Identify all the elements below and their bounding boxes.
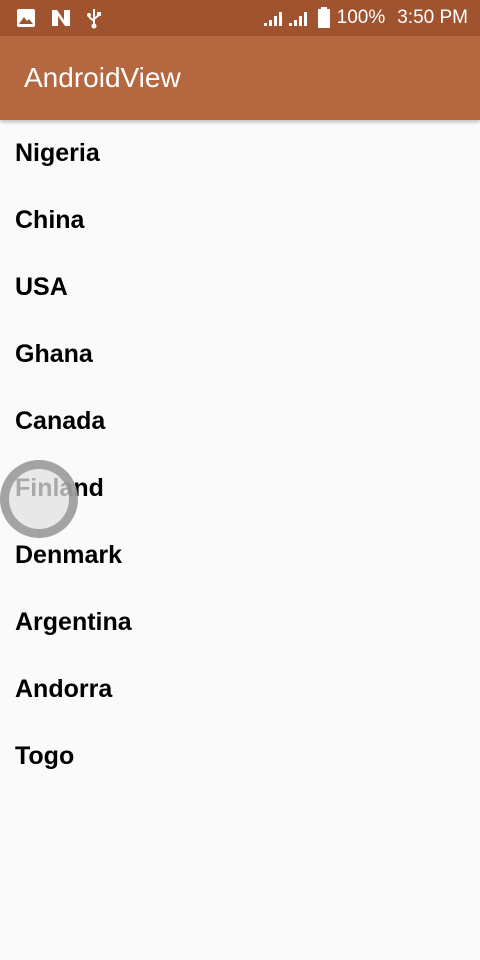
list-item-denmark[interactable]: Denmark	[0, 522, 480, 589]
list-item-nigeria[interactable]: Nigeria	[0, 120, 480, 187]
list-item-argentina[interactable]: Argentina	[0, 589, 480, 656]
list-item-china[interactable]: China	[0, 187, 480, 254]
app-bar: AndroidView	[0, 36, 480, 120]
status-bar-notifications	[16, 7, 102, 29]
list-item-usa[interactable]: USA	[0, 254, 480, 321]
battery-icon	[317, 7, 331, 29]
n-notification-icon	[50, 8, 72, 28]
list-item-canada[interactable]: Canada	[0, 388, 480, 455]
usb-icon	[86, 7, 102, 29]
signal-icon	[263, 9, 311, 27]
list-item-andorra[interactable]: Andorra	[0, 656, 480, 723]
status-bar-system: 100% 3:50 PM	[263, 7, 468, 29]
status-time: 3:50 PM	[397, 7, 468, 28]
country-list[interactable]: Nigeria China USA Ghana Canada Finland D…	[0, 120, 480, 960]
status-bar: 100% 3:50 PM	[0, 0, 480, 36]
list-item-ghana[interactable]: Ghana	[0, 321, 480, 388]
image-icon	[16, 8, 36, 28]
app-title: AndroidView	[24, 62, 181, 93]
battery-percentage: 100%	[336, 7, 386, 28]
list-item-togo[interactable]: Togo	[0, 723, 480, 790]
list-item-finland[interactable]: Finland	[0, 455, 480, 522]
